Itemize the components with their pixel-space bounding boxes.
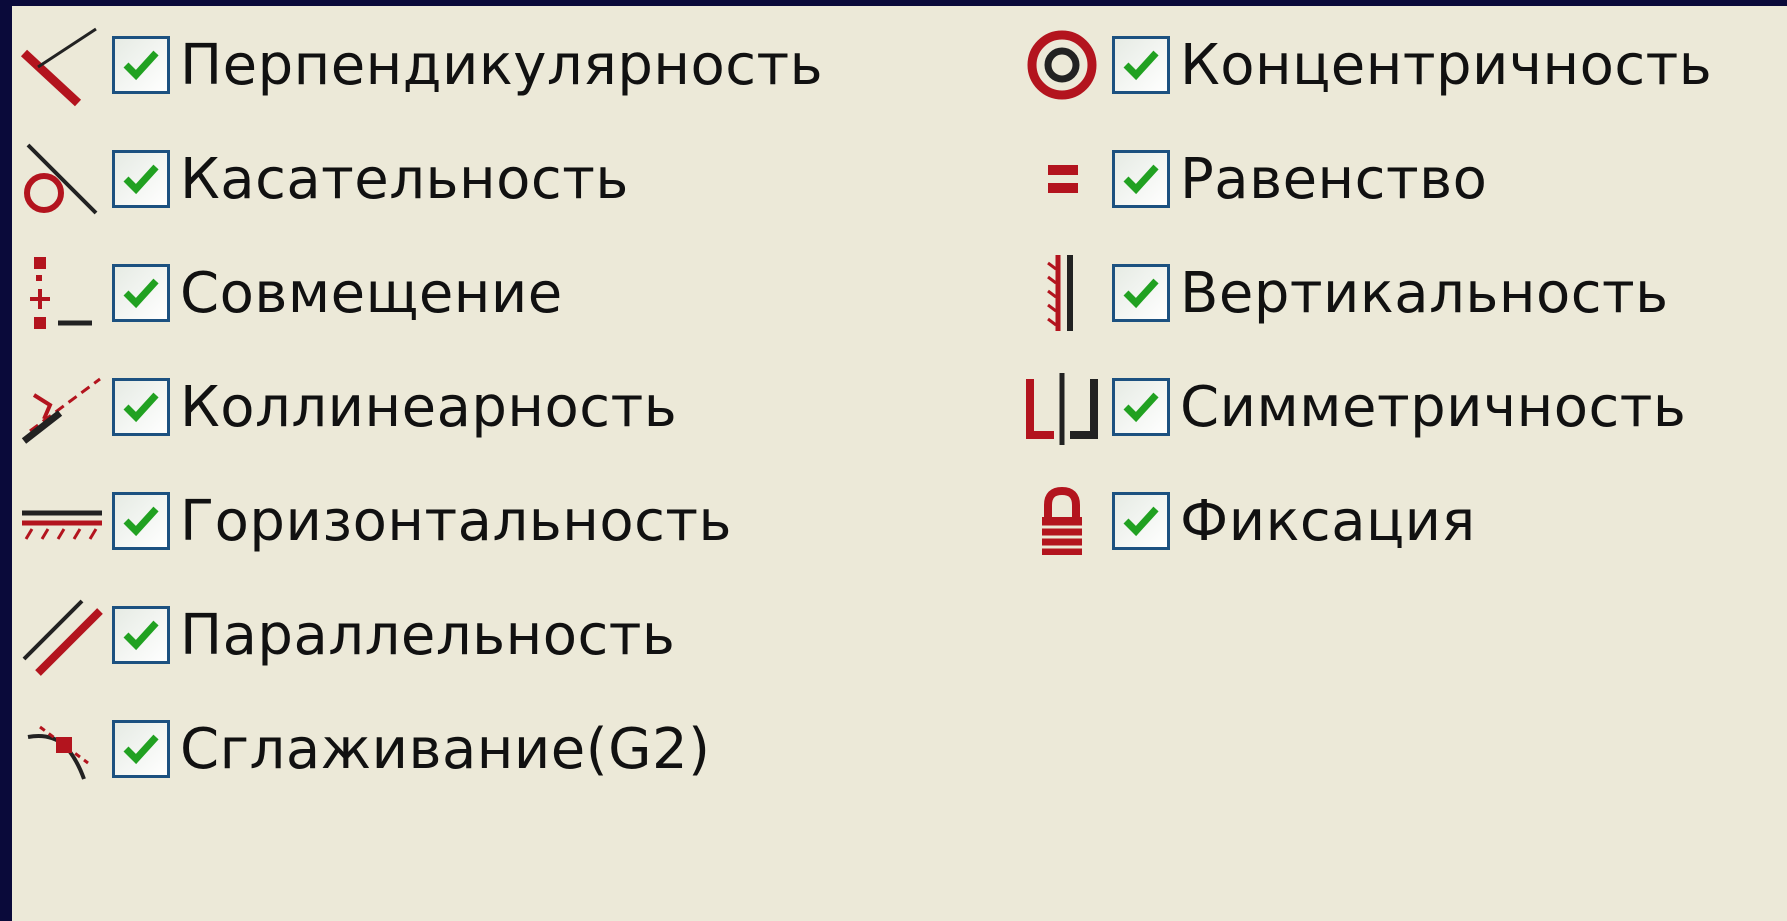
fix-checkbox[interactable]	[1112, 492, 1170, 550]
parallel-checkbox[interactable]	[112, 606, 170, 664]
symmetric-label: Симметричность	[1180, 374, 1687, 440]
perpendicular-label: Перпендикулярность	[180, 32, 824, 98]
equal-label: Равенство	[1180, 146, 1488, 212]
smooth-checkbox[interactable]	[112, 720, 170, 778]
constraint-row-concentric[interactable]: Концентричность	[1012, 20, 1712, 110]
constraint-row-smooth[interactable]: Сглаживание(G2)	[12, 704, 710, 794]
checkmark-icon	[1123, 506, 1159, 537]
parallel-label: Параллельность	[180, 602, 676, 668]
constraint-row-perpendicular[interactable]: Перпендикулярность	[12, 20, 823, 110]
checkmark-icon	[1123, 278, 1159, 309]
constraint-row-parallel[interactable]: Параллельность	[12, 590, 675, 680]
smooth-label: Сглаживание(G2)	[180, 716, 711, 782]
horizontal-icon	[12, 476, 112, 566]
checkmark-icon	[123, 620, 159, 651]
symmetric-checkbox[interactable]	[1112, 378, 1170, 436]
equal-checkbox[interactable]	[1112, 150, 1170, 208]
checkmark-icon	[1123, 164, 1159, 195]
collinear-label: Коллинеарность	[180, 374, 678, 440]
constraint-row-equal[interactable]: Равенство	[1012, 134, 1487, 224]
concentric-checkbox[interactable]	[1112, 36, 1170, 94]
collinear-checkbox[interactable]	[112, 378, 170, 436]
smooth-icon	[12, 704, 112, 794]
coincident-label: Совмещение	[180, 260, 563, 326]
checkmark-icon	[123, 164, 159, 195]
tangent-icon	[12, 134, 112, 224]
horizontal-checkbox[interactable]	[112, 492, 170, 550]
perpendicular-icon	[12, 20, 112, 110]
checkmark-icon	[123, 506, 159, 537]
coincident-icon	[12, 248, 112, 338]
vertical-icon	[1012, 248, 1112, 338]
checkmark-icon	[123, 278, 159, 309]
perpendicular-checkbox[interactable]	[112, 36, 170, 94]
horizontal-label: Горизонтальность	[180, 488, 733, 554]
constraint-row-coincident[interactable]: Совмещение	[12, 248, 563, 338]
checkmark-icon	[1123, 392, 1159, 423]
coincident-checkbox[interactable]	[112, 264, 170, 322]
checkmark-icon	[1123, 50, 1159, 81]
collinear-icon	[12, 362, 112, 452]
concentric-label: Концентричность	[1180, 32, 1713, 98]
checkmark-icon	[123, 50, 159, 81]
constraint-row-vertical[interactable]: Вертикальность	[1012, 248, 1669, 338]
concentric-icon	[1012, 20, 1112, 110]
constraint-row-symmetric[interactable]: Симметричность	[1012, 362, 1686, 452]
parallel-icon	[12, 590, 112, 680]
constraint-row-tangent[interactable]: Касательность	[12, 134, 629, 224]
checkmark-icon	[123, 392, 159, 423]
tangent-checkbox[interactable]	[112, 150, 170, 208]
fix-label: Фиксация	[1180, 488, 1476, 554]
constraint-row-fix[interactable]: Фиксация	[1012, 476, 1476, 566]
constraint-row-horizontal[interactable]: Горизонтальность	[12, 476, 732, 566]
vertical-label: Вертикальность	[1180, 260, 1669, 326]
symmetric-icon	[1012, 362, 1112, 452]
vertical-checkbox[interactable]	[1112, 264, 1170, 322]
constraints-panel: Перпендикулярность Касательность Совмеще…	[12, 6, 1787, 921]
constraint-row-collinear[interactable]: Коллинеарность	[12, 362, 677, 452]
checkmark-icon	[123, 734, 159, 765]
equal-icon	[1012, 134, 1112, 224]
tangent-label: Касательность	[180, 146, 629, 212]
fix-lock-icon	[1012, 476, 1112, 566]
